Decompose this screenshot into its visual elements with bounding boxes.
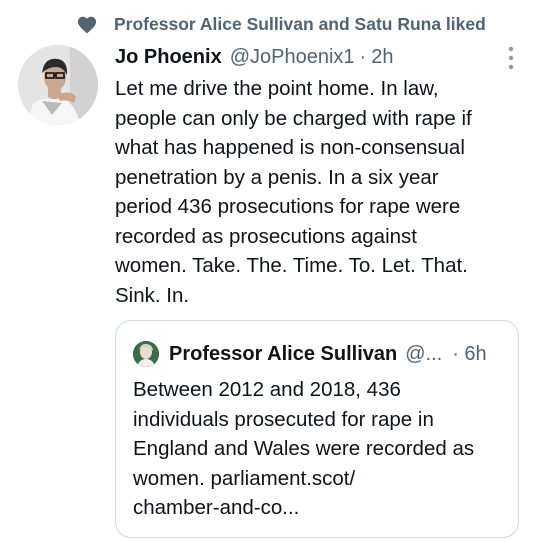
quoted-text-line: women. parliament.scot/ bbox=[133, 466, 356, 490]
liked-by-text: Professor Alice Sullivan and Satu Runa l… bbox=[114, 13, 486, 34]
quoted-tweet-header: Professor Alice Sullivan @... · 6h bbox=[133, 339, 487, 369]
tweet-text: Let me drive the point home. In law, peo… bbox=[115, 74, 530, 310]
more-vertical-icon[interactable] bbox=[505, 45, 517, 71]
liked-context[interactable]: Professor Alice Sullivan and Satu Runa l… bbox=[76, 10, 486, 38]
quoted-avatar bbox=[133, 341, 159, 367]
tweet-text-line: people can only be charged with rape if bbox=[115, 106, 472, 130]
tweet-text-line: what has happened is non-consensual bbox=[115, 136, 465, 159]
tweet-header: Jo Phoenix @JoPhoenix1 · 2h bbox=[115, 42, 393, 72]
quoted-avatar-image bbox=[133, 341, 159, 367]
quoted-text-line: individuals prosecuted for rape in bbox=[133, 407, 434, 431]
quoted-author-handle: @... bbox=[405, 342, 443, 365]
quoted-text-line: chamber-and-co... bbox=[133, 496, 300, 519]
tweet-text-line: women. Take. The. Time. To. Let. That. bbox=[115, 254, 468, 277]
quoted-tweet-card[interactable]: Professor Alice Sullivan @... · 6h Betwe… bbox=[115, 320, 519, 538]
tweet-text-line: Sink. In. bbox=[115, 283, 190, 307]
quoted-tweet-text: Between 2012 and 2018, 436 individuals p… bbox=[133, 375, 513, 523]
author-name[interactable]: Jo Phoenix bbox=[115, 46, 222, 69]
tweet-text-line: period 436 prosecutions for rape were bbox=[115, 195, 461, 218]
quoted-author-name: Professor Alice Sullivan bbox=[169, 342, 398, 365]
tweet-text-line: penetration by a penis. In a six year bbox=[115, 165, 439, 189]
avatar[interactable] bbox=[18, 45, 98, 125]
separator-dot: · bbox=[359, 45, 367, 68]
quoted-timestamp: · 6h bbox=[452, 342, 487, 365]
quoted-text-line: Between 2012 and 2018, 436 bbox=[133, 378, 401, 401]
quoted-text-line: England and Wales were recorded as bbox=[133, 437, 475, 460]
tweet-text-line: recorded as prosecutions against bbox=[115, 224, 417, 248]
tweet-text-line: Let me drive the point home. In law, bbox=[115, 77, 439, 100]
avatar-image bbox=[18, 45, 98, 125]
tweet-timestamp[interactable]: 2h bbox=[371, 46, 393, 69]
heart-icon bbox=[77, 16, 97, 34]
author-handle[interactable]: @JoPhoenix1 bbox=[230, 46, 355, 69]
